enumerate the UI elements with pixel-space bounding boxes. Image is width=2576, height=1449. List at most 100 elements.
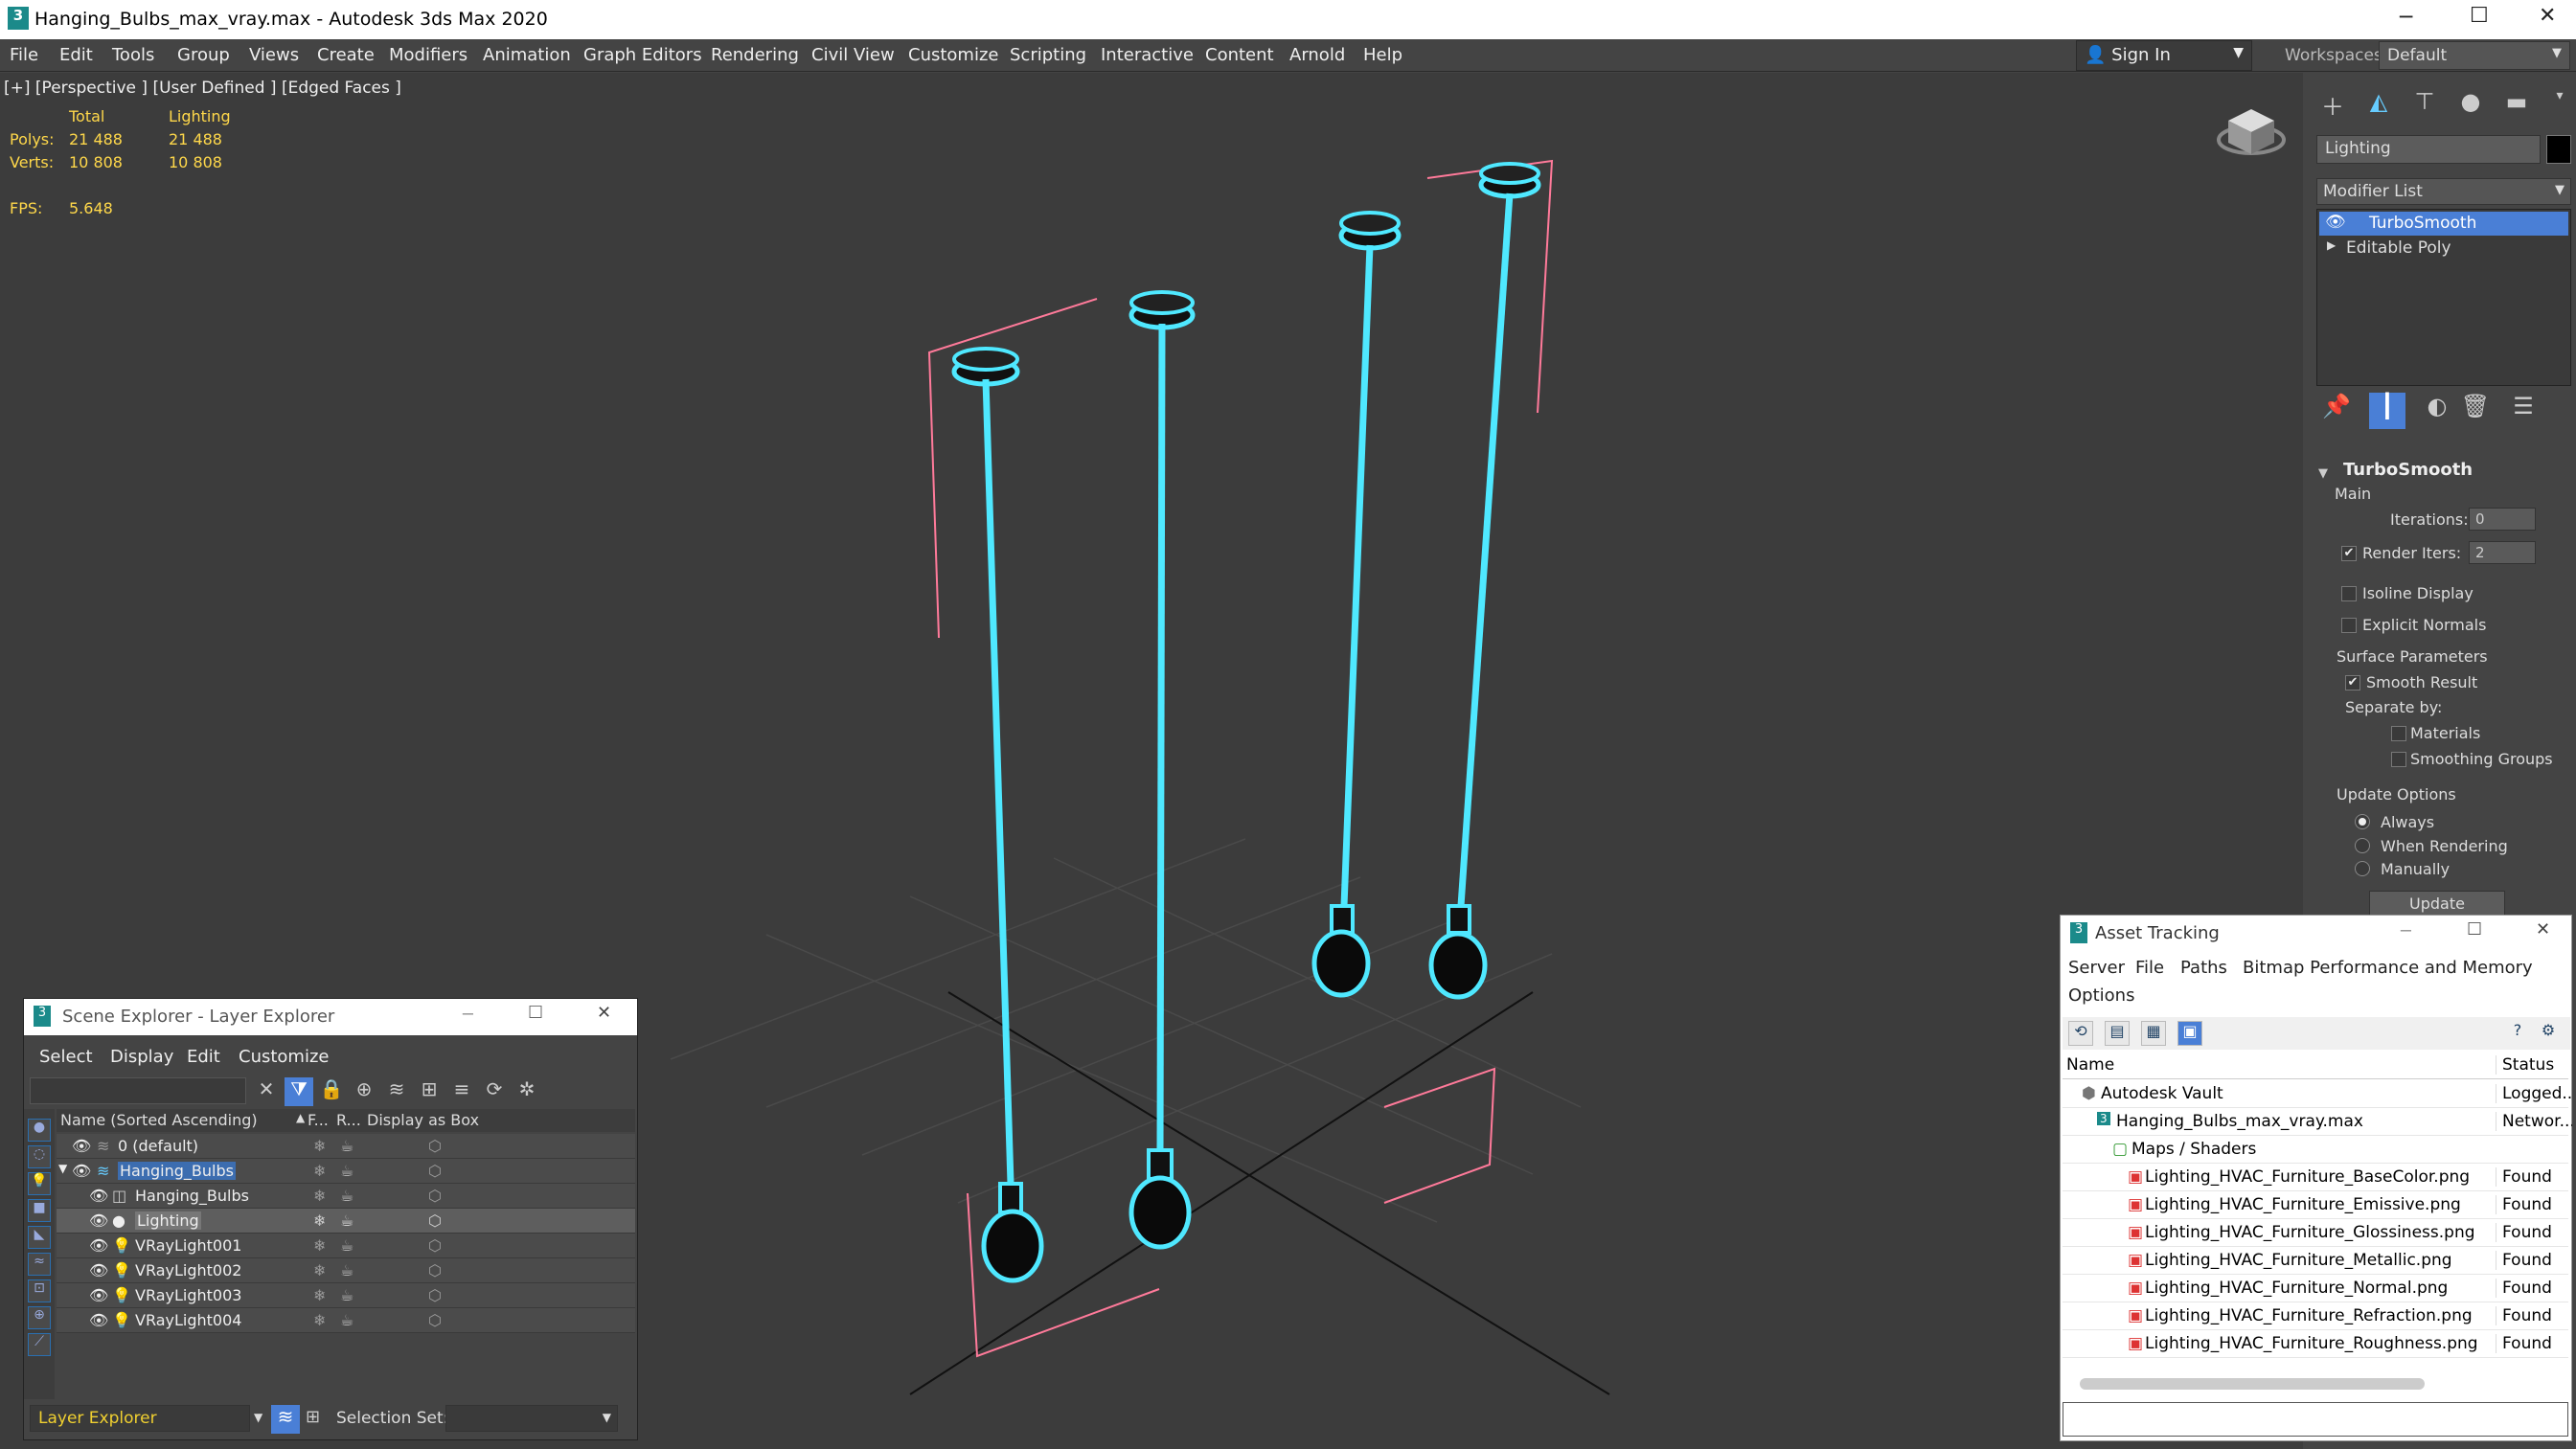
chevron-down-icon[interactable]: ▼ xyxy=(254,1411,262,1424)
at-menu-bitmap[interactable]: Bitmap Performance and Memory xyxy=(2243,958,2533,978)
table-view-icon[interactable]: ▦ xyxy=(2141,1021,2166,1046)
menu-modifiers[interactable]: Modifiers xyxy=(389,45,467,65)
object-row[interactable]: 👁 💡 VRayLight001 ❄ ☕ ⬡ xyxy=(57,1234,635,1258)
path-input[interactable] xyxy=(2063,1402,2568,1437)
eye-icon[interactable]: 👁 xyxy=(89,1187,108,1205)
menu-group[interactable]: Group xyxy=(177,45,230,65)
eye-icon[interactable]: 👁 xyxy=(89,1311,108,1329)
menu-views[interactable]: Views xyxy=(249,45,299,65)
menu-scripting[interactable]: Scripting xyxy=(1010,45,1086,65)
se-menu-customize[interactable]: Customize xyxy=(239,1047,329,1067)
render-iters-checkbox[interactable]: ✔ xyxy=(2341,546,2357,561)
eye-icon[interactable]: 👁 xyxy=(89,1236,108,1255)
freeze-icon[interactable]: ❄ xyxy=(313,1211,326,1230)
clear-search-icon[interactable]: ✕ xyxy=(252,1077,281,1106)
box-icon[interactable]: ⬡ xyxy=(428,1311,442,1329)
menu-animation[interactable]: Animation xyxy=(483,45,571,65)
smoothing-groups-checkbox[interactable] xyxy=(2391,752,2406,767)
xrefs-filter-icon[interactable]: ⊕ xyxy=(28,1306,51,1329)
asset-row[interactable]: ▣ Lighting_HVAC_Furniture_Emissive.png F… xyxy=(2063,1191,2568,1219)
render-icon[interactable]: ☕ xyxy=(340,1311,353,1329)
menu-customize[interactable]: Customize xyxy=(908,45,998,65)
at-menu-paths[interactable]: Paths xyxy=(2180,958,2227,978)
maximize-icon[interactable]: ☐ xyxy=(2467,919,2482,940)
object-row[interactable]: 👁 💡 VRayLight003 ❄ ☕ ⬡ xyxy=(57,1283,635,1308)
eye-icon[interactable]: 👁 xyxy=(89,1211,108,1230)
settings-icon[interactable]: ✲ xyxy=(513,1077,541,1106)
selection-set-dropdown[interactable]: ▼ xyxy=(445,1405,618,1432)
show-end-result-icon[interactable]: ┃ xyxy=(2369,393,2405,429)
menu-tools[interactable]: Tools xyxy=(112,45,154,65)
when-rendering-radio[interactable] xyxy=(2355,838,2370,853)
box-icon[interactable]: ⬡ xyxy=(428,1286,442,1304)
manually-radio[interactable] xyxy=(2355,861,2370,876)
layers-icon[interactable]: ≋ xyxy=(382,1077,411,1106)
at-menu-server[interactable]: Server xyxy=(2068,958,2125,978)
minimize-icon[interactable]: ─ xyxy=(2401,921,2411,941)
box-icon[interactable]: ⬡ xyxy=(428,1236,442,1255)
layers-mode-icon[interactable]: ≋ xyxy=(271,1405,300,1434)
object-name-field[interactable]: Lighting xyxy=(2316,135,2541,164)
helpers-filter-icon[interactable]: ◣ xyxy=(28,1226,51,1249)
utilities-tab-icon[interactable]: ▾ xyxy=(2543,88,2576,121)
freeze-icon[interactable]: ❄ xyxy=(313,1187,326,1205)
modifier-list-dropdown[interactable]: Modifier List ▼ xyxy=(2316,178,2571,205)
freeze-icon[interactable]: ❄ xyxy=(313,1137,326,1155)
at-menu-options[interactable]: Options xyxy=(2068,985,2134,1006)
remove-modifier-icon[interactable]: 🗑 xyxy=(2457,393,2494,429)
scene-search-input[interactable] xyxy=(30,1077,246,1104)
rollout-collapse-icon[interactable]: ▼ xyxy=(2318,466,2328,481)
menu-create[interactable]: Create xyxy=(317,45,375,65)
object-row[interactable]: 👁 ● Lighting ❄ ☕ ⬡ xyxy=(57,1209,635,1234)
lock-icon[interactable]: 🔒 xyxy=(317,1077,346,1106)
turbosmooth-rollout-title[interactable]: TurboSmooth xyxy=(2343,460,2473,480)
make-unique-icon[interactable]: ◐ xyxy=(2419,393,2455,429)
expand-arrow-icon[interactable]: ▼ xyxy=(58,1162,67,1175)
cameras-filter-icon[interactable]: ■ xyxy=(28,1199,51,1222)
menu-help[interactable]: Help xyxy=(1363,45,1402,65)
eye-icon[interactable]: 👁 xyxy=(72,1137,91,1155)
col-freeze[interactable]: F... xyxy=(308,1111,329,1129)
stack-item-editable-poly[interactable]: ▶ Editable Poly xyxy=(2319,237,2568,260)
asset-row[interactable]: ▣ Lighting_HVAC_Furniture_BaseColor.png … xyxy=(2063,1164,2568,1191)
render-icon[interactable]: ☕ xyxy=(340,1187,353,1205)
menu-file[interactable]: File xyxy=(10,45,38,65)
spacewarps-filter-icon[interactable]: ≈ xyxy=(28,1253,51,1276)
asset-row[interactable]: ▢ Maps / Shaders xyxy=(2063,1136,2568,1164)
geometry-filter-icon[interactable]: ● xyxy=(28,1119,51,1142)
object-row[interactable]: 👁 ◫ Hanging_Bulbs ❄ ☕ ⬡ xyxy=(57,1184,635,1209)
col-display-box[interactable]: Display as Box xyxy=(367,1111,479,1129)
refresh-icon[interactable]: ⟲ xyxy=(2068,1021,2093,1046)
render-icon[interactable]: ☕ xyxy=(340,1261,353,1279)
freeze-icon[interactable]: ❄ xyxy=(313,1261,326,1279)
se-menu-edit[interactable]: Edit xyxy=(187,1047,220,1067)
scene-explorer-titlebar[interactable]: 3 Scene Explorer - Layer Explorer ─ ☐ ✕ xyxy=(24,999,637,1035)
maximize-icon[interactable]: ☐ xyxy=(2470,4,2489,28)
freeze-icon[interactable]: ❄ xyxy=(313,1311,326,1329)
smooth-result-checkbox[interactable]: ✔ xyxy=(2345,675,2360,691)
object-row[interactable]: 👁 💡 VRayLight002 ❄ ☕ ⬡ xyxy=(57,1258,635,1283)
eye-icon[interactable]: 👁 xyxy=(89,1286,108,1304)
configure-sets-icon[interactable]: ☰ xyxy=(2505,393,2542,429)
menu-graph-editors[interactable]: Graph Editors xyxy=(583,45,702,65)
expand-arrow-icon[interactable]: ▶ xyxy=(2327,238,2336,252)
horizontal-scrollbar[interactable] xyxy=(2080,1378,2425,1390)
bones-filter-icon[interactable]: ⟋ xyxy=(28,1333,51,1356)
settings-icon[interactable]: ⚙ xyxy=(2536,1021,2561,1046)
asset-row[interactable]: ▣ Lighting_HVAC_Furniture_Glossiness.png… xyxy=(2063,1219,2568,1247)
sign-in-dropdown[interactable]: 👤 Sign In ▼ xyxy=(2076,40,2252,71)
close-icon[interactable]: ✕ xyxy=(2539,4,2556,28)
tree-view-icon[interactable]: ▣ xyxy=(2177,1021,2202,1046)
se-menu-select[interactable]: Select xyxy=(39,1047,93,1067)
display-tab-icon[interactable]: ▬ xyxy=(2500,88,2533,121)
help-icon[interactable]: ? xyxy=(2505,1021,2530,1046)
render-icon[interactable]: ☕ xyxy=(340,1286,353,1304)
box-icon[interactable]: ⬡ xyxy=(428,1137,442,1155)
box-icon[interactable]: ⬡ xyxy=(428,1162,442,1180)
menu-arnold[interactable]: Arnold xyxy=(1289,45,1345,65)
col-render[interactable]: R... xyxy=(336,1111,361,1129)
menu-content[interactable]: Content xyxy=(1205,45,1274,65)
eye-icon[interactable]: 👁 xyxy=(89,1261,108,1279)
close-icon[interactable]: ✕ xyxy=(597,1003,611,1023)
hierarchy-icon[interactable]: ⊞ xyxy=(415,1077,444,1106)
